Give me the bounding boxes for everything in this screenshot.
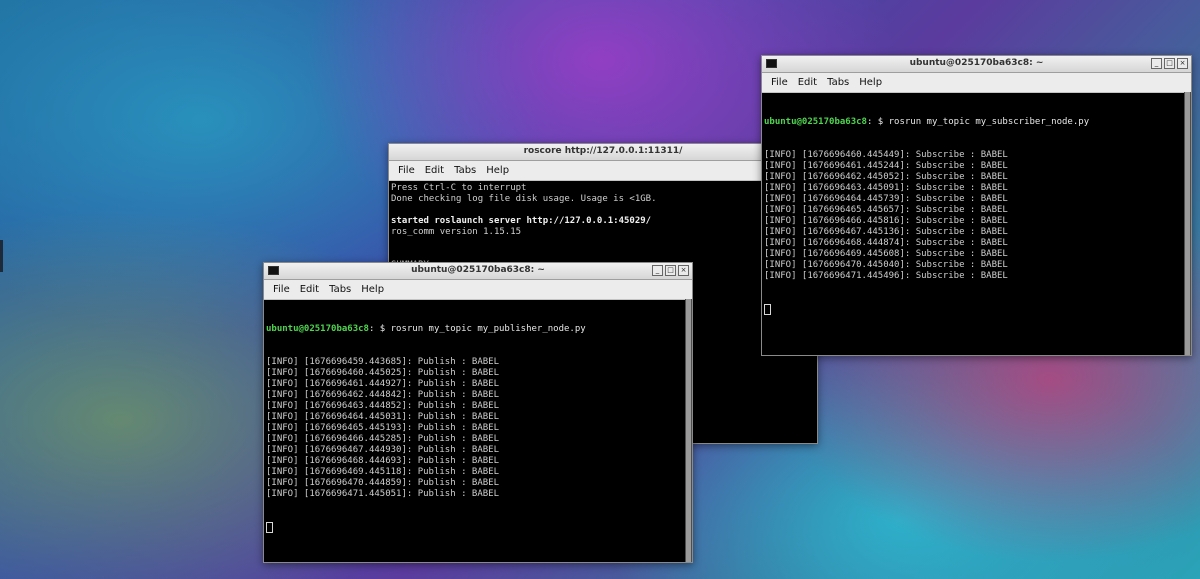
log-line: [INFO] [1676696465.445657]: Subscribe : … [764,205,1008,215]
log-line: [INFO] [1676696460.445449]: Subscribe : … [764,150,1008,160]
subscriber-titlebar[interactable]: ubuntu@025170ba63c8: ~ _ □ × [762,56,1191,73]
menu-edit[interactable]: Edit [793,77,822,88]
log-line: [INFO] [1676696467.445136]: Subscribe : … [764,227,1008,237]
subscriber-window-title: ubuntu@025170ba63c8: ~ [909,58,1044,68]
roscore-titlebar[interactable]: roscore http://127.0.0.1:11311/ [389,144,817,161]
log-line: [INFO] [1676696464.445739]: Subscribe : … [764,194,1008,204]
maximize-button[interactable]: □ [1164,58,1175,69]
log-line: [INFO] [1676696460.445025]: Publish : BA… [266,368,499,378]
log-line: [INFO] [1676696466.445285]: Publish : BA… [266,434,499,444]
scrollbar-thumb[interactable] [1185,92,1190,355]
roscore-terminal-output[interactable]: Press Ctrl-C to interrupt Done checking l… [389,181,817,271]
publisher-titlebar[interactable]: ubuntu@025170ba63c8: ~ _ □ × [264,263,692,280]
prompt-command: : $ rosrun my_topic my_subscriber_node.p… [866,117,1090,127]
log-line: [INFO] [1676696459.443685]: Publish : BA… [266,357,499,367]
log-line: [INFO] [1676696467.444930]: Publish : BA… [266,445,499,455]
close-button[interactable]: × [678,265,689,276]
log-line: [INFO] [1676696465.445193]: Publish : BA… [266,423,499,433]
log-line: [INFO] [1676696462.445052]: Subscribe : … [764,172,1008,182]
close-button[interactable]: × [1177,58,1188,69]
log-line: [INFO] [1676696469.445118]: Publish : BA… [266,467,499,477]
prompt-user: ubuntu@025170ba63c8 [764,117,867,127]
subscriber-terminal-window[interactable]: ubuntu@025170ba63c8: ~ _ □ × File Edit T… [761,55,1192,356]
log-line: [INFO] [1676696466.445816]: Subscribe : … [764,216,1008,226]
scrollbar-thumb[interactable] [686,299,691,562]
log-line: [INFO] [1676696462.444842]: Publish : BA… [266,390,499,400]
log-line: [INFO] [1676696468.444874]: Subscribe : … [764,238,1008,248]
desktop-edge-marker [0,240,3,272]
roscore-log-line [391,238,815,249]
publisher-window-controls: _ □ × [652,265,689,276]
log-line: [INFO] [1676696463.445091]: Subscribe : … [764,183,1008,193]
publisher-terminal-output[interactable]: ubuntu@025170ba63c8: $ rosrun my_topic m… [264,300,692,555]
minimize-button[interactable]: _ [1151,58,1162,69]
log-line: [INFO] [1676696471.445496]: Subscribe : … [764,271,1008,281]
menu-tabs[interactable]: Tabs [822,77,854,88]
minimize-button[interactable]: _ [652,265,663,276]
menu-help[interactable]: Help [481,165,514,176]
text-cursor [266,522,273,533]
prompt-line: ubuntu@025170ba63c8: $ rosrun my_topic m… [764,117,1189,128]
roscore-log-line [391,249,815,260]
subscriber-terminal-output[interactable]: ubuntu@025170ba63c8: $ rosrun my_topic m… [762,93,1191,337]
cursor-line [764,304,1189,315]
menu-file[interactable]: File [766,77,793,88]
subscriber-menubar: File Edit Tabs Help [762,73,1191,93]
publisher-window-title: ubuntu@025170ba63c8: ~ [411,265,545,275]
menu-file[interactable]: File [393,165,420,176]
roscore-log-line: ros_comm version 1.15.15 [391,227,522,237]
subscriber-window-controls: _ □ × [1151,58,1188,69]
log-line: [INFO] [1676696469.445608]: Subscribe : … [764,249,1008,259]
roscore-menubar: File Edit Tabs Help [389,161,817,181]
menu-tabs[interactable]: Tabs [449,165,481,176]
subscriber-scrollbar[interactable] [1184,92,1191,355]
roscore-window-title: roscore http://127.0.0.1:11311/ [523,146,683,156]
log-line: [INFO] [1676696461.445244]: Subscribe : … [764,161,1008,171]
roscore-log-line: Done checking log file disk usage. Usage… [391,194,657,204]
publisher-menubar: File Edit Tabs Help [264,280,692,300]
menu-edit[interactable]: Edit [420,165,449,176]
menu-help[interactable]: Help [854,77,887,88]
prompt-line: ubuntu@025170ba63c8: $ rosrun my_topic m… [266,324,690,335]
publisher-scrollbar[interactable] [685,299,692,562]
cursor-line [266,522,690,533]
log-line: [INFO] [1676696468.444693]: Publish : BA… [266,456,499,466]
publisher-terminal-window[interactable]: ubuntu@025170ba63c8: ~ _ □ × File Edit T… [263,262,693,563]
log-line: [INFO] [1676696461.444927]: Publish : BA… [266,379,499,389]
log-line: [INFO] [1676696470.444859]: Publish : BA… [266,478,499,488]
roscore-log-line [391,205,815,216]
menu-help[interactable]: Help [356,284,389,295]
prompt-command: : $ rosrun my_topic my_publisher_node.py [368,324,586,334]
text-cursor [764,304,771,315]
log-line: [INFO] [1676696470.445040]: Subscribe : … [764,260,1008,270]
roscore-log-line: Press Ctrl-C to interrupt [391,183,527,193]
menu-file[interactable]: File [268,284,295,295]
log-line: [INFO] [1676696463.444852]: Publish : BA… [266,401,499,411]
menu-tabs[interactable]: Tabs [324,284,356,295]
roscore-log-line: started roslaunch server http://127.0.0.… [391,216,652,226]
log-line: [INFO] [1676696471.445051]: Publish : BA… [266,489,499,499]
log-line: [INFO] [1676696464.445031]: Publish : BA… [266,412,499,422]
menu-edit[interactable]: Edit [295,284,324,295]
prompt-user: ubuntu@025170ba63c8 [266,324,369,334]
maximize-button[interactable]: □ [665,265,676,276]
